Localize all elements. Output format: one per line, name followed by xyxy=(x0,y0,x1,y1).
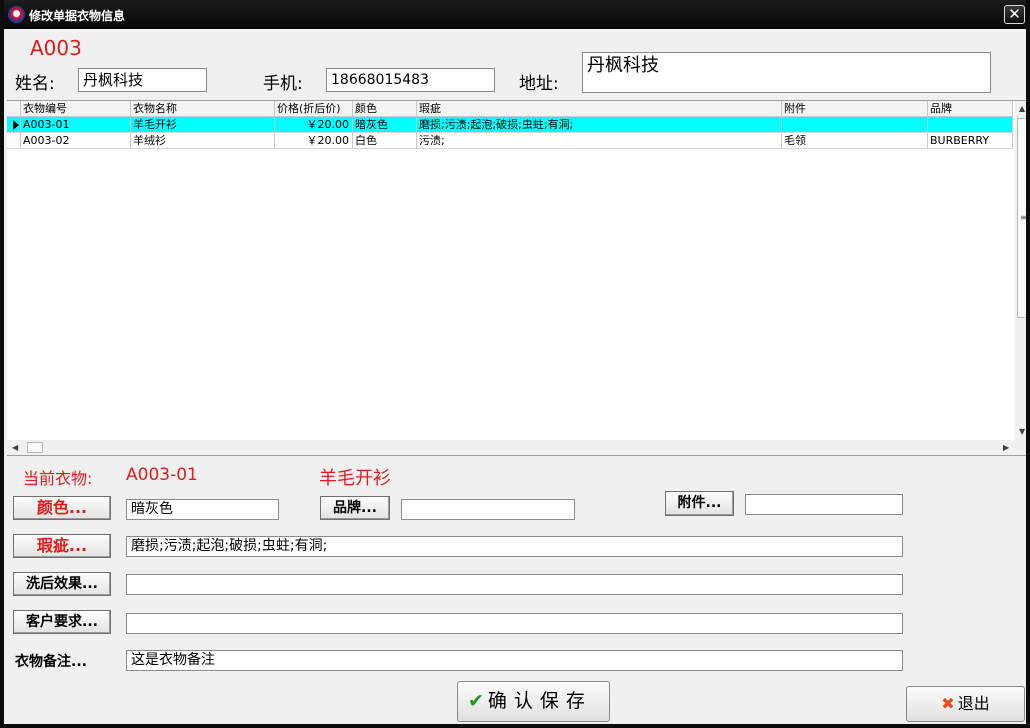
cell-color: 暗灰色 xyxy=(353,117,417,132)
current-garment-label: 当前衣物: xyxy=(23,469,93,488)
column-header-attachment[interactable]: 附件 xyxy=(782,101,928,116)
cell-attachment: 毛领 xyxy=(782,133,928,148)
attachment-button[interactable]: 附件... xyxy=(665,491,734,516)
exit-button[interactable]: ✖ 退出 xyxy=(906,686,1025,722)
horizontal-scroll-thumb[interactable] xyxy=(27,442,43,453)
header-marker-cell xyxy=(7,101,21,116)
edit-garment-window: 修改单据衣物信息 ✕ A003 姓名: 丹枫科技 手机: 18668015483… xyxy=(0,0,1030,728)
cell-attachment xyxy=(782,117,928,132)
checkmark-icon: ✔ xyxy=(468,690,484,712)
cell-name: 羊绒衫 xyxy=(131,133,275,148)
app-logo-icon xyxy=(8,6,25,23)
close-icon: ✕ xyxy=(1008,5,1021,23)
scroll-right-icon[interactable]: ▶ xyxy=(1003,443,1009,452)
current-garment-id: A003-01 xyxy=(126,465,198,485)
wash-effect-field[interactable] xyxy=(126,574,903,595)
notes-field[interactable]: 这是衣物备注 xyxy=(126,650,903,671)
defects-button[interactable]: 瑕疵... xyxy=(13,534,111,558)
x-icon: ✖ xyxy=(941,694,955,713)
grid-header: 衣物编号 衣物名称 价格(折后价) 颜色 瑕疵 附件 品牌 xyxy=(7,101,1013,117)
confirm-save-button[interactable]: ✔ 确认保存 xyxy=(457,681,610,722)
cell-brand: BURBERRY xyxy=(928,133,1013,148)
garment-grid[interactable]: 衣物编号 衣物名称 价格(折后价) 颜色 瑕疵 附件 品牌 A003-01 羊毛… xyxy=(7,100,1027,456)
brand-button[interactable]: 品牌... xyxy=(320,496,390,520)
phone-label: 手机: xyxy=(263,74,303,94)
scroll-up-icon[interactable]: ▲ xyxy=(1019,104,1025,113)
cell-price: ￥20.00 xyxy=(275,117,353,132)
address-field[interactable]: 丹枫科技 xyxy=(582,52,991,93)
row-pointer-icon xyxy=(13,120,19,130)
cell-brand xyxy=(928,117,1013,132)
wash-effect-button[interactable]: 洗后效果... xyxy=(13,572,111,596)
color-button[interactable]: 颜色... xyxy=(13,496,111,520)
cell-defects: 污渍; xyxy=(417,133,782,148)
column-header-price[interactable]: 价格(折后价) xyxy=(275,101,353,116)
window-title: 修改单据衣物信息 xyxy=(29,9,126,23)
row-marker xyxy=(7,117,21,132)
table-row[interactable]: A003-02 羊绒衫 ￥20.00 白色 污渍; 毛领 BURBERRY xyxy=(7,133,1013,149)
column-header-name[interactable]: 衣物名称 xyxy=(131,101,275,116)
defects-field[interactable]: 磨损;污渍;起泡;破损;虫蛀;有洞; xyxy=(126,536,903,557)
scroll-down-icon[interactable]: ▼ xyxy=(1019,427,1025,436)
phone-field[interactable]: 18668015483 xyxy=(326,68,495,92)
order-id: A003 xyxy=(30,36,82,60)
column-header-color[interactable]: 颜色 xyxy=(353,101,417,116)
column-header-id[interactable]: 衣物编号 xyxy=(21,101,131,116)
name-field[interactable]: 丹枫科技 xyxy=(78,68,207,92)
exit-label: 退出 xyxy=(957,694,990,713)
confirm-save-label: 确认保存 xyxy=(487,690,592,712)
cell-name: 羊毛开衫 xyxy=(131,117,275,132)
address-label: 地址: xyxy=(519,74,559,94)
cell-defects: 磨损;污渍;起泡;破损;虫蛀;有洞; xyxy=(417,117,782,132)
cell-id: A003-01 xyxy=(21,117,131,132)
cell-color: 白色 xyxy=(353,133,417,148)
row-marker xyxy=(7,133,21,148)
customer-request-field[interactable] xyxy=(126,613,903,634)
color-field[interactable]: 暗灰色 xyxy=(126,499,279,520)
title-bar: 修改单据衣物信息 ✕ xyxy=(4,0,1026,29)
current-garment-name: 羊毛开衫 xyxy=(319,468,391,489)
close-button[interactable]: ✕ xyxy=(1004,5,1025,24)
attachment-field[interactable] xyxy=(745,494,903,515)
customer-request-button[interactable]: 客户要求... xyxy=(13,610,111,634)
scroll-left-icon[interactable]: ◀ xyxy=(12,443,18,452)
cell-price: ￥20.00 xyxy=(275,133,353,148)
column-header-defects[interactable]: 瑕疵 xyxy=(417,101,782,116)
name-label: 姓名: xyxy=(15,74,55,94)
brand-field[interactable] xyxy=(401,499,575,520)
scroll-grip-icon: ≡ xyxy=(1020,213,1027,222)
column-header-brand[interactable]: 品牌 xyxy=(928,101,1013,116)
table-row[interactable]: A003-01 羊毛开衫 ￥20.00 暗灰色 磨损;污渍;起泡;破损;虫蛀;有… xyxy=(7,117,1013,133)
notes-label: 衣物备注... xyxy=(15,654,87,670)
horizontal-scrollbar[interactable]: ◀ ▶ xyxy=(7,440,1026,455)
vertical-scrollbar[interactable]: ▲ ≡ ▼ xyxy=(1015,101,1027,441)
cell-id: A003-02 xyxy=(21,133,131,148)
